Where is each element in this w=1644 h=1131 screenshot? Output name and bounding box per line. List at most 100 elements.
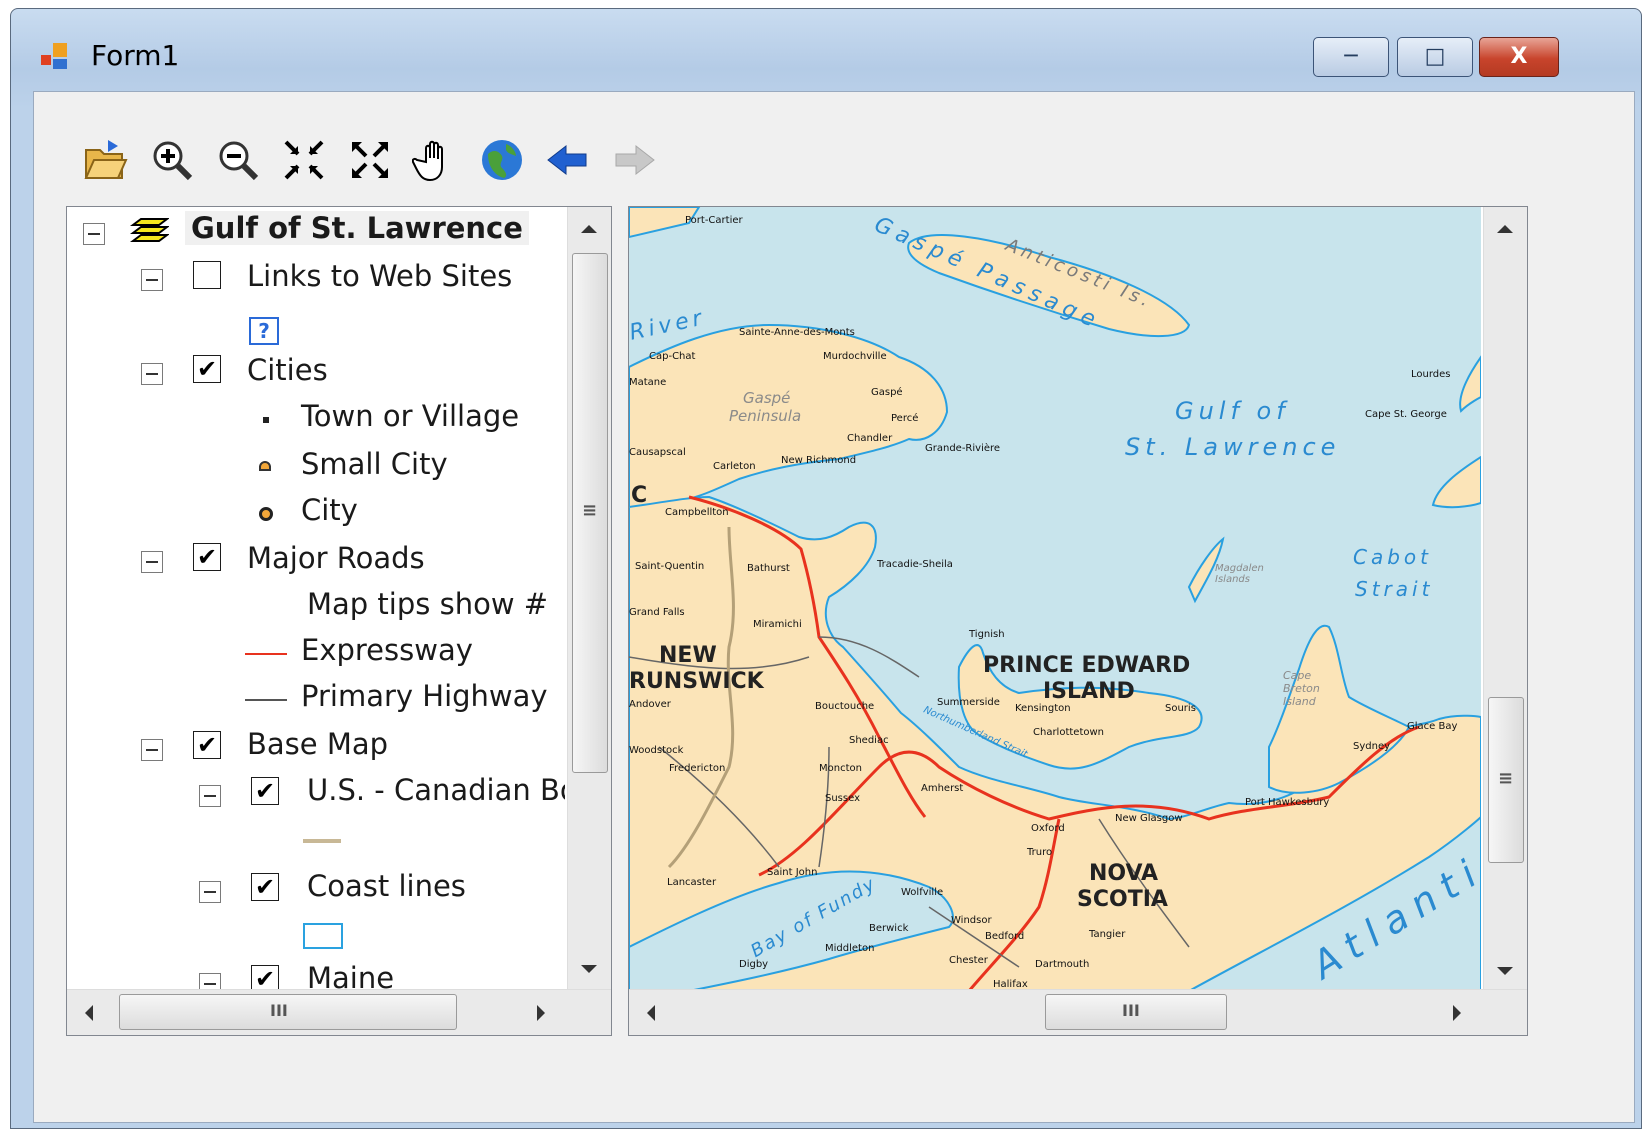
zoom-in-button[interactable]: [146, 134, 198, 186]
map-label-gulf: Gulf of: [1175, 397, 1290, 425]
coast-checkbox[interactable]: ✔: [251, 873, 279, 901]
map-label-nb-line2: RUNSWICK: [629, 669, 764, 694]
fixed-zoom-in-icon: [284, 140, 324, 180]
map-label-ns-line1: NOVA: [1089, 861, 1159, 886]
collapse-toggle[interactable]: [83, 223, 105, 245]
collapse-toggle[interactable]: [141, 739, 163, 761]
town-label: Dartmouth: [1035, 959, 1090, 970]
coast-layer-label[interactable]: Coast lines: [307, 869, 466, 903]
roads-layer-label[interactable]: Major Roads: [247, 541, 425, 575]
town-label: Truro: [1027, 847, 1053, 858]
toc-tree: Gulf of St. Lawrence Links to Web Sites …: [67, 207, 565, 989]
check-mark-icon: ✔: [254, 965, 276, 989]
town-label: Moncton: [819, 763, 862, 774]
collapse-toggle[interactable]: [199, 881, 221, 903]
expressway-symbol-icon: [245, 653, 287, 655]
town-label: Amherst: [921, 783, 964, 794]
town-label: Windsor: [951, 915, 992, 926]
map-control: Gaspé Passage Anticosti Is. Gulf of St. …: [628, 206, 1528, 1036]
cities-checkbox[interactable]: ✔: [193, 355, 221, 383]
window-title: Form1: [91, 39, 180, 72]
scroll-up-icon[interactable]: [581, 225, 597, 233]
map-vertical-scrollbar[interactable]: ≡: [1483, 207, 1527, 991]
toc-hscroll-thumb[interactable]: III: [119, 994, 457, 1030]
town-label: Tracadie-Sheila: [877, 559, 953, 570]
town-label: Bouctouche: [815, 701, 875, 712]
form-client-area: Gulf of St. Lawrence Links to Web Sites …: [33, 91, 1635, 1123]
map-vscroll-thumb[interactable]: ≡: [1488, 697, 1524, 863]
town-label: Percé: [891, 413, 919, 424]
title-bar[interactable]: Form1 ─ □ X: [11, 9, 1641, 89]
back-button[interactable]: [542, 134, 594, 186]
border-checkbox[interactable]: ✔: [251, 777, 279, 805]
legend-expressway-label: Expressway: [301, 633, 473, 667]
pan-button[interactable]: [410, 134, 462, 186]
collapse-toggle[interactable]: [199, 973, 221, 989]
maximize-button[interactable]: □: [1397, 37, 1473, 77]
maine-checkbox[interactable]: ✔: [251, 965, 279, 989]
full-extent-icon: [482, 140, 522, 180]
scroll-left-icon[interactable]: [85, 1005, 93, 1021]
scroll-down-icon[interactable]: [1497, 967, 1513, 975]
collapse-toggle[interactable]: [141, 269, 163, 291]
town-label: Port Hawkesbury: [1245, 797, 1330, 808]
zoom-in-icon: [153, 141, 193, 181]
scroll-left-icon[interactable]: [647, 1005, 655, 1021]
minimize-button[interactable]: ─: [1313, 37, 1389, 77]
map-canvas[interactable]: Gaspé Passage Anticosti Is. Gulf of St. …: [629, 207, 1481, 991]
fixed-zoom-in-button[interactable]: [278, 134, 330, 186]
town-label: Charlottetown: [1033, 727, 1105, 738]
maine-layer-label[interactable]: Maine: [307, 961, 394, 989]
map-label-pei-line1: PRINCE EDWARD: [983, 653, 1191, 678]
map-label-magdalen: Magdalen Islands: [1215, 563, 1264, 585]
toc-root-label[interactable]: Gulf of St. Lawrence: [185, 211, 529, 245]
links-layer-label[interactable]: Links to Web Sites: [247, 259, 512, 293]
zoom-out-button[interactable]: [212, 134, 264, 186]
scroll-right-icon[interactable]: [537, 1005, 545, 1021]
toc-vertical-scrollbar[interactable]: ≡: [567, 207, 611, 989]
border-symbol-icon: [303, 839, 341, 843]
town-label: Lancaster: [667, 877, 717, 888]
newfoundland-land: [1431, 455, 1481, 509]
check-mark-icon: ✔: [196, 731, 218, 759]
collapse-toggle[interactable]: [141, 551, 163, 573]
roads-checkbox[interactable]: ✔: [193, 543, 221, 571]
town-label: Cap-Chat: [649, 351, 696, 362]
cities-layer-label[interactable]: Cities: [247, 353, 328, 387]
map-label-quebec: C: [631, 483, 648, 508]
town-label: Saint-Quentin: [635, 561, 705, 572]
town-label: Sainte-Anne-des-Monts: [739, 327, 855, 338]
basemap-layer-label[interactable]: Base Map: [247, 727, 388, 761]
map-horizontal-scrollbar[interactable]: III: [629, 989, 1527, 1035]
grip-icon: III: [270, 1001, 288, 1020]
fixed-zoom-out-button[interactable]: [344, 134, 396, 186]
scroll-up-icon[interactable]: [1497, 225, 1513, 233]
collapse-toggle[interactable]: [199, 785, 221, 807]
scroll-down-icon[interactable]: [581, 965, 597, 973]
town-label: Glace Bay: [1407, 721, 1458, 732]
check-mark-icon: ✔: [254, 777, 276, 805]
full-extent-button[interactable]: [476, 134, 528, 186]
close-button[interactable]: X: [1479, 37, 1559, 77]
map-label-cape-breton: Cape Breton Island: [1283, 669, 1320, 708]
map-label-st-lawrence: St. Lawrence: [1125, 433, 1341, 461]
border-layer-label[interactable]: U.S. - Canadian Bo: [307, 773, 565, 807]
town-label: New Glasgow: [1115, 813, 1183, 824]
town-label: Carleton: [713, 461, 756, 472]
scroll-right-icon[interactable]: [1453, 1005, 1461, 1021]
coast-symbol-icon: [303, 923, 343, 949]
application-window: Form1 ─ □ X Gulf of St. Lawrence Links t…: [10, 8, 1642, 1129]
map-label-cabot: Cabot: [1353, 545, 1432, 569]
check-mark-icon: ✔: [196, 543, 218, 571]
town-label: Wolfville: [901, 887, 944, 898]
map-hscroll-thumb[interactable]: III: [1045, 994, 1227, 1030]
collapse-toggle[interactable]: [141, 363, 163, 385]
toc-horizontal-scrollbar[interactable]: III: [67, 989, 611, 1035]
basemap-checkbox[interactable]: ✔: [193, 731, 221, 759]
forward-button[interactable]: [608, 134, 660, 186]
open-button[interactable]: [80, 134, 132, 186]
grip-icon: III: [1122, 1001, 1140, 1020]
links-checkbox[interactable]: [193, 261, 221, 289]
town-label: Causapscal: [629, 447, 686, 458]
toc-vscroll-thumb[interactable]: ≡: [572, 253, 608, 773]
